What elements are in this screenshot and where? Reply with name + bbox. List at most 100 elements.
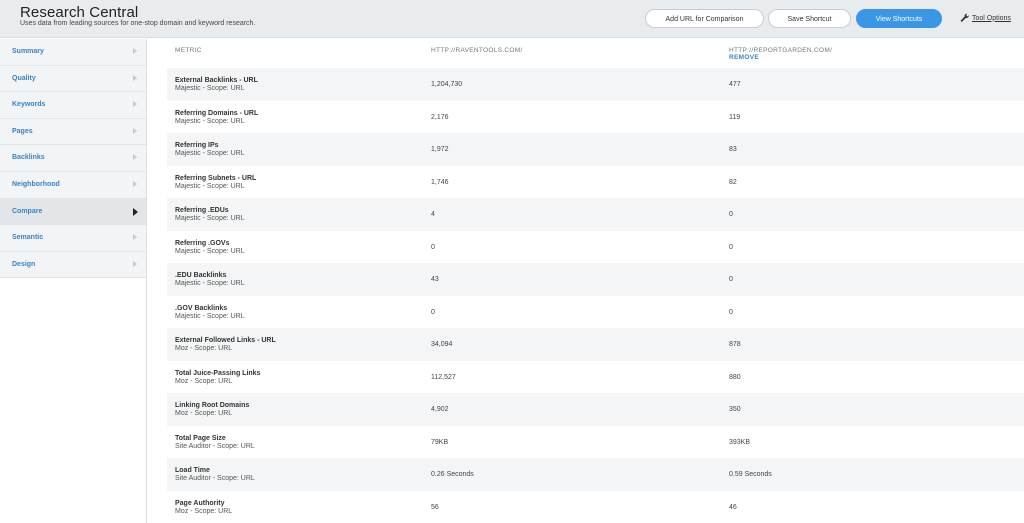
value-url-2: 878: [729, 341, 741, 348]
header-bar: Research Central Uses data from leading …: [0, 0, 1024, 38]
table-body: External Backlinks - URL Majestic - Scop…: [167, 68, 1024, 523]
metric-source: Site Auditor - Scope: URL: [175, 442, 255, 450]
value-url-2: 0: [729, 211, 733, 218]
metric-name: External Followed Links - URL: [175, 337, 276, 344]
table-row: External Followed Links - URL Moz - Scop…: [167, 328, 1024, 361]
value-url-2: 119: [729, 113, 741, 121]
metric-name: Page Authority: [175, 499, 225, 507]
metric-name: Referring .GOVs: [175, 239, 230, 247]
table-row: Load Time Site Auditor - Scope: URL 0.26…: [167, 458, 1024, 491]
sidebar-item-pages[interactable]: Pages: [0, 118, 146, 146]
sidebar-item-label: Summary: [12, 48, 44, 55]
column-header-metric: METRIC: [175, 47, 202, 54]
table-row: Referring .EDUs Majestic - Scope: URL 4 …: [167, 198, 1024, 231]
tool-options-label: Tool Options: [972, 14, 1011, 22]
page-title: Research Central: [20, 4, 139, 21]
sidebar-item-summary[interactable]: Summary: [0, 39, 146, 66]
table-row: Referring Subnets - URL Majestic - Scope…: [167, 165, 1024, 198]
value-url-1: 0.26 Seconds: [431, 471, 474, 478]
value-url-1: 112,527: [431, 373, 456, 381]
value-url-1: 56: [431, 503, 439, 511]
chevron-right-icon: [133, 260, 137, 267]
add-url-button[interactable]: Add URL for Comparison: [645, 9, 764, 28]
sidebar-item-semantic[interactable]: Semantic: [0, 225, 146, 252]
value-url-2: 82: [729, 178, 737, 186]
value-url-2: 0: [729, 276, 733, 283]
metric-source: Majestic - Scope: URL: [175, 150, 245, 157]
chevron-right-icon: [133, 127, 137, 134]
chevron-right-icon: [133, 48, 137, 54]
chevron-right-icon: [133, 101, 137, 108]
value-url-1: 34,094: [431, 341, 453, 348]
sidebar-item-quality[interactable]: Quality: [0, 65, 146, 93]
compare-table: METRIC HTTP://RAVENTOOLS.COM/ HTTP://REP…: [167, 39, 1024, 523]
table-row: Linking Root Domains Moz - Scope: URL 4,…: [167, 393, 1024, 426]
chevron-right-icon: [133, 234, 137, 241]
value-url-2: 393KB: [729, 438, 751, 446]
metric-name: .GOV Backlinks: [175, 304, 228, 312]
value-url-1: 0: [431, 243, 435, 251]
metric-name: Referring Subnets - URL: [175, 174, 257, 182]
sidebar-nav: Summary Quality Keywords Pages Backlinks…: [0, 39, 147, 523]
sidebar-item-label: Keywords: [12, 101, 46, 109]
table-row: Total Juice-Passing Links Moz - Scope: U…: [167, 360, 1024, 393]
metric-source: Majestic - Scope: URL: [175, 280, 245, 287]
table-row: Referring .GOVs Majestic - Scope: URL 0 …: [167, 230, 1024, 263]
sidebar-item-keywords[interactable]: Keywords: [0, 92, 146, 119]
sidebar-item-label: Pages: [12, 127, 33, 135]
table-row: Referring IPs Majestic - Scope: URL 1,97…: [167, 133, 1024, 166]
value-url-1: 43: [431, 276, 439, 283]
remove-url-link[interactable]: REMOVE: [729, 54, 759, 61]
value-url-2: 0.59 Seconds: [729, 471, 772, 478]
sidebar-item-backlinks[interactable]: Backlinks: [0, 145, 146, 172]
value-url-1: 2,176: [431, 113, 449, 121]
sidebar-item-design[interactable]: Design: [0, 251, 146, 279]
metric-source: Majestic - Scope: URL: [175, 117, 245, 125]
view-shortcuts-button[interactable]: View Shortcuts: [856, 9, 942, 28]
value-url-1: 1,204,730: [431, 81, 463, 88]
chevron-right-icon: [133, 74, 137, 81]
metric-name: Referring Domains - URL: [175, 109, 259, 117]
sidebar-item-compare[interactable]: Compare: [0, 198, 146, 226]
value-url-1: 1,972: [431, 146, 449, 153]
value-url-1: 4: [431, 211, 435, 218]
table-row: .GOV Backlinks Majestic - Scope: URL 0 0: [167, 295, 1024, 328]
metric-name: .EDU Backlinks: [175, 272, 227, 279]
value-url-2: 880: [729, 373, 741, 381]
metric-source: Majestic - Scope: URL: [175, 85, 245, 92]
table-row: External Backlinks - URL Majestic - Scop…: [167, 68, 1024, 101]
column-header-url-1: HTTP://RAVENTOOLS.COM/: [431, 47, 523, 54]
sidebar-item-neighborhood[interactable]: Neighborhood: [0, 171, 146, 199]
value-url-1: 79KB: [431, 438, 449, 446]
metric-source: Moz - Scope: URL: [175, 377, 233, 385]
value-url-2: 0: [729, 308, 733, 316]
metric-name: Referring IPs: [175, 142, 219, 149]
metric-source: Majestic - Scope: URL: [175, 182, 245, 190]
metric-name: Total Juice-Passing Links: [175, 369, 261, 377]
sidebar-item-label: Backlinks: [12, 154, 45, 162]
table-row: Referring Domains - URL Majestic - Scope…: [167, 100, 1024, 133]
value-url-2: 0: [729, 243, 733, 251]
value-url-2: 477: [729, 81, 741, 88]
table-row: Total Page Size Site Auditor - Scope: UR…: [167, 425, 1024, 458]
column-header-url-2: HTTP://REPORTGARDEN.COM/: [729, 47, 833, 54]
metric-source: Moz - Scope: URL: [175, 345, 233, 352]
tool-options-link[interactable]: Tool Options: [960, 13, 1011, 23]
chevron-right-icon: [133, 154, 137, 161]
value-url-1: 0: [431, 308, 435, 316]
sidebar-item-label: Neighborhood: [12, 180, 60, 188]
sidebar-item-label: Semantic: [12, 234, 44, 242]
value-url-1: 4,902: [431, 406, 449, 413]
metric-source: Majestic - Scope: URL: [175, 312, 245, 320]
metric-name: Referring .EDUs: [175, 207, 229, 214]
page-subtitle: Uses data from leading sources for one-s…: [20, 20, 256, 27]
metric-name: Linking Root Domains: [175, 402, 250, 409]
sidebar-item-label: Compare: [12, 207, 43, 215]
wrench-icon: [960, 13, 969, 22]
chevron-right-icon: [133, 180, 137, 187]
value-url-2: 83: [729, 146, 737, 153]
save-shortcut-button[interactable]: Save Shortcut: [768, 9, 851, 28]
metric-name: Total Page Size: [175, 434, 226, 442]
metric-source: Moz - Scope: URL: [175, 507, 233, 515]
value-url-2: 350: [729, 406, 741, 413]
